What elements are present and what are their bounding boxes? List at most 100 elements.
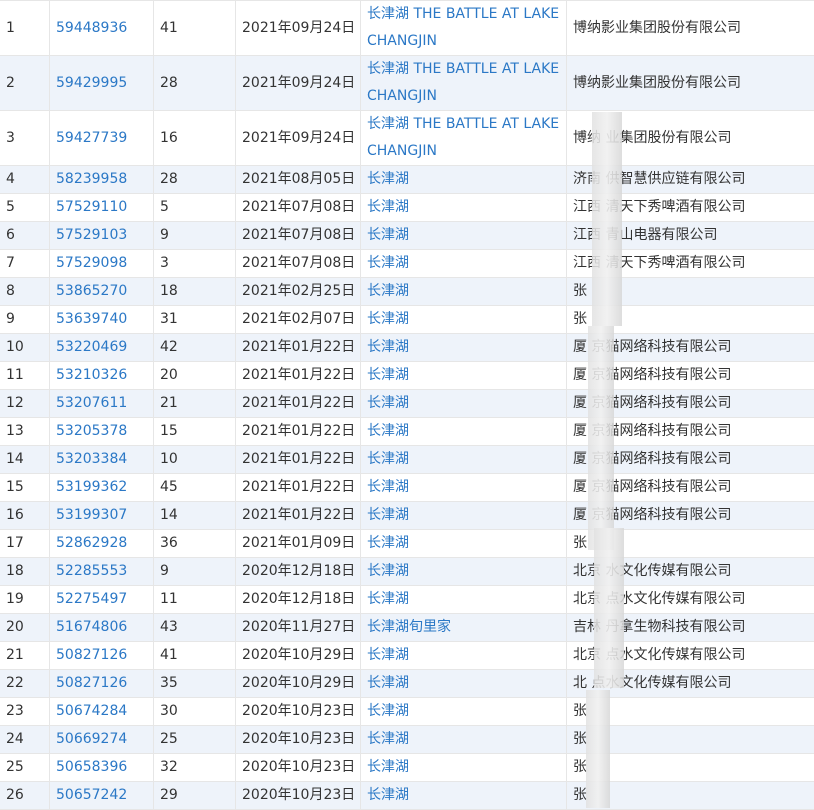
- cell-registration-number-link: 50669274: [50, 726, 154, 754]
- registration-number-link[interactable]: 53220469: [56, 339, 127, 355]
- cell-class-number: 28: [154, 56, 236, 111]
- trademark-name-link[interactable]: 长津湖: [367, 395, 409, 411]
- registration-number-link[interactable]: 50669274: [56, 731, 127, 747]
- registration-number-link[interactable]: 53865270: [56, 283, 127, 299]
- applicant-name: 厦 京猫网络科技有限公司: [573, 339, 731, 355]
- applicant-name: 张: [573, 283, 587, 299]
- cell-application-date: 2021年01月22日: [236, 362, 361, 390]
- cell-row-index: 10: [0, 334, 50, 362]
- registration-number-link[interactable]: 53207611: [56, 395, 127, 411]
- registration-number-link[interactable]: 57529110: [56, 199, 127, 215]
- registration-number-link[interactable]: 50674284: [56, 703, 127, 719]
- cell-trademark-name-link: 长津湖: [361, 278, 567, 306]
- registration-number-link[interactable]: 53199362: [56, 479, 127, 495]
- cell-class-number: 25: [154, 726, 236, 754]
- trademark-name-link[interactable]: 长津湖: [367, 563, 409, 579]
- trademark-name-link[interactable]: 长津湖: [367, 535, 409, 551]
- class-number: 35: [160, 675, 178, 691]
- class-number: 36: [160, 535, 178, 551]
- trademark-name-link[interactable]: 长津湖: [367, 255, 409, 271]
- cell-applicant-name: 北 点水文化传媒有限公司: [567, 670, 814, 698]
- trademark-name-link[interactable]: 长津湖: [367, 647, 409, 663]
- trademark-name-link[interactable]: 长津湖: [367, 479, 409, 495]
- registration-number-link[interactable]: 53210326: [56, 367, 127, 383]
- trademark-name-link[interactable]: 长津湖: [367, 451, 409, 467]
- row-index: 23: [6, 703, 24, 719]
- trademark-name-link[interactable]: 长津湖: [367, 423, 409, 439]
- row-index: 16: [6, 507, 24, 523]
- cell-row-index: 26: [0, 782, 50, 810]
- registration-number-link[interactable]: 57529098: [56, 255, 127, 271]
- cell-trademark-name-link: 长津湖: [361, 754, 567, 782]
- cell-row-index: 20: [0, 614, 50, 642]
- application-date: 2021年01月22日: [242, 423, 355, 439]
- cell-registration-number-link: 50827126: [50, 670, 154, 698]
- cell-row-index: 7: [0, 250, 50, 278]
- trademark-name-link[interactable]: 长津湖: [367, 787, 409, 803]
- class-number: 32: [160, 759, 178, 775]
- cell-registration-number-link: 51674806: [50, 614, 154, 642]
- registration-number-link[interactable]: 50827126: [56, 675, 127, 691]
- trademark-name-link[interactable]: 长津湖 THE BATTLE AT LAKE CHANGJIN: [367, 61, 559, 104]
- applicant-name: 张: [573, 703, 587, 719]
- row-index: 22: [6, 675, 24, 691]
- table-row: 1952275497112020年12月18日长津湖北京 点水文化传媒有限公司: [0, 586, 814, 614]
- registration-number-link[interactable]: 53199307: [56, 507, 127, 523]
- class-number: 45: [160, 479, 178, 495]
- table-row: 1253207611212021年01月22日长津湖厦 京猫网络科技有限公司: [0, 390, 814, 418]
- trademark-name-link[interactable]: 长津湖: [367, 283, 409, 299]
- application-date: 2020年10月23日: [242, 759, 355, 775]
- registration-number-link[interactable]: 53203384: [56, 451, 127, 467]
- cell-class-number: 15: [154, 418, 236, 446]
- row-index: 3: [6, 130, 15, 146]
- trademark-name-link[interactable]: 长津湖: [367, 171, 409, 187]
- applicant-name: 江西 清天下秀啤酒有限公司: [573, 199, 745, 215]
- trademark-name-link[interactable]: 长津湖: [367, 591, 409, 607]
- row-index: 15: [6, 479, 24, 495]
- table-row: 853865270182021年02月25日长津湖张: [0, 278, 814, 306]
- applicant-name: 厦 京猫网络科技有限公司: [573, 367, 731, 383]
- table-row: 2550658396322020年10月23日长津湖张: [0, 754, 814, 782]
- cell-class-number: 9: [154, 558, 236, 586]
- registration-number-link[interactable]: 50657242: [56, 787, 127, 803]
- cell-row-index: 21: [0, 642, 50, 670]
- cell-row-index: 18: [0, 558, 50, 586]
- trademark-name-link[interactable]: 长津湖: [367, 227, 409, 243]
- registration-number-link[interactable]: 59429995: [56, 75, 127, 91]
- trademark-name-link[interactable]: 长津湖: [367, 731, 409, 747]
- class-number: 28: [160, 171, 178, 187]
- registration-number-link[interactable]: 52285553: [56, 563, 127, 579]
- trademark-name-link[interactable]: 长津湖: [367, 339, 409, 355]
- trademark-name-link[interactable]: 长津湖: [367, 675, 409, 691]
- registration-number-link[interactable]: 51674806: [56, 619, 127, 635]
- class-number: 3: [160, 255, 169, 271]
- table-row: 2350674284302020年10月23日长津湖张: [0, 698, 814, 726]
- registration-number-link[interactable]: 53205378: [56, 423, 127, 439]
- registration-number-link[interactable]: 53639740: [56, 311, 127, 327]
- trademark-name-link[interactable]: 长津湖: [367, 311, 409, 327]
- trademark-name-link[interactable]: 长津湖 THE BATTLE AT LAKE CHANGJIN: [367, 6, 559, 49]
- trademark-name-link[interactable]: 长津湖: [367, 703, 409, 719]
- trademark-name-link[interactable]: 长津湖旬里家: [367, 619, 451, 635]
- trademark-name-link[interactable]: 长津湖: [367, 507, 409, 523]
- cell-row-index: 15: [0, 474, 50, 502]
- trademark-name-link[interactable]: 长津湖 THE BATTLE AT LAKE CHANGJIN: [367, 116, 559, 159]
- registration-number-link[interactable]: 50658396: [56, 759, 127, 775]
- class-number: 29: [160, 787, 178, 803]
- cell-trademark-name-link: 长津湖 THE BATTLE AT LAKE CHANGJIN: [361, 111, 567, 166]
- registration-number-link[interactable]: 57529103: [56, 227, 127, 243]
- trademark-name-link[interactable]: 长津湖: [367, 199, 409, 215]
- trademark-name-link[interactable]: 长津湖: [367, 759, 409, 775]
- cell-applicant-name: 北京 点水文化传媒有限公司: [567, 586, 814, 614]
- application-date: 2021年01月22日: [242, 367, 355, 383]
- row-index: 11: [6, 367, 24, 383]
- registration-number-link[interactable]: 50827126: [56, 647, 127, 663]
- registration-number-link[interactable]: 52862928: [56, 535, 127, 551]
- registration-number-link[interactable]: 52275497: [56, 591, 127, 607]
- row-index: 26: [6, 787, 24, 803]
- class-number: 42: [160, 339, 178, 355]
- registration-number-link[interactable]: 58239958: [56, 171, 127, 187]
- registration-number-link[interactable]: 59427739: [56, 130, 127, 146]
- registration-number-link[interactable]: 59448936: [56, 20, 127, 36]
- trademark-name-link[interactable]: 长津湖: [367, 367, 409, 383]
